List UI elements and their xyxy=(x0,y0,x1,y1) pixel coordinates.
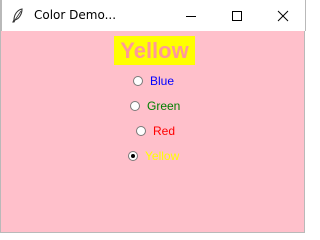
radio-button[interactable] xyxy=(133,76,143,86)
close-button[interactable] xyxy=(260,0,306,31)
radio-button[interactable] xyxy=(130,101,140,111)
minimize-button[interactable] xyxy=(168,0,214,31)
radio-button[interactable] xyxy=(136,126,146,136)
radio-label: Red xyxy=(153,124,176,138)
radio-option-green[interactable]: Green xyxy=(130,98,180,114)
radio-option-yellow[interactable]: Yellow xyxy=(128,148,179,164)
content-area: Yellow Blue Green Red Yellow xyxy=(1,31,306,233)
feather-icon xyxy=(12,8,23,23)
window-title: Color Demo... xyxy=(34,8,117,22)
radio-label: Green xyxy=(147,99,181,113)
maximize-icon xyxy=(232,10,242,21)
maximize-button[interactable] xyxy=(214,0,260,31)
radio-label: Yellow xyxy=(145,149,180,163)
radio-option-blue[interactable]: Blue xyxy=(133,73,174,89)
radio-option-red[interactable]: Red xyxy=(136,123,175,139)
minimize-icon xyxy=(186,15,196,17)
selected-color-label: Yellow xyxy=(114,36,195,65)
close-icon xyxy=(277,10,289,21)
app-window: Color Demo... Yellow Blue Green Red Yell… xyxy=(0,0,306,233)
title-bar[interactable]: Color Demo... xyxy=(1,0,306,31)
radio-button[interactable] xyxy=(128,151,138,161)
radio-label: Blue xyxy=(150,74,175,88)
